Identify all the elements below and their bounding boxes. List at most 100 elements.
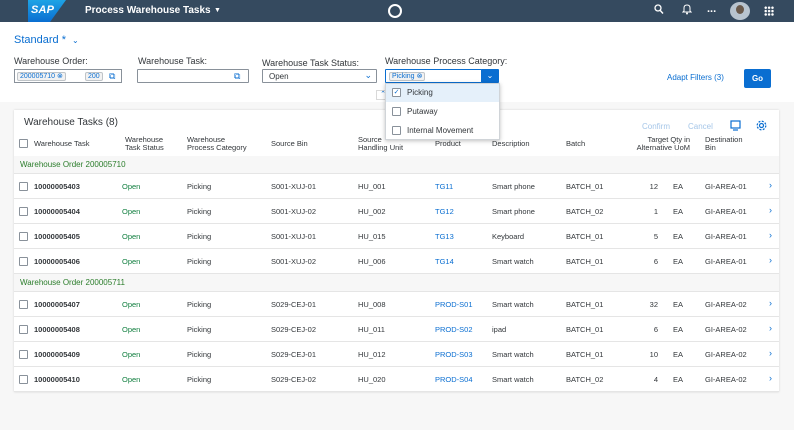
search-icon[interactable] — [654, 4, 664, 18]
cell-category: Picking — [187, 257, 212, 266]
group-label: Warehouse Order 200005710 — [20, 160, 126, 169]
category-multiselect[interactable]: Picking ⊗ — [385, 69, 482, 83]
col-header-description[interactable]: Description — [492, 140, 530, 148]
cell-task: 10000005403 — [34, 182, 80, 191]
col-header-batch[interactable]: Batch — [566, 140, 585, 148]
row-navigation-chevron-icon[interactable]: › — [769, 255, 772, 265]
variant-selector[interactable]: Standard * ⌄ — [14, 34, 79, 46]
warehouse-task-label: Warehouse Task: — [138, 56, 208, 66]
option-checkbox[interactable] — [392, 107, 401, 116]
col-header-product[interactable]: Product — [435, 140, 461, 148]
cell-destination-bin: GI-AREA-01 — [705, 232, 747, 241]
user-avatar[interactable] — [730, 2, 750, 20]
table-row[interactable]: 10000005403 Open Picking S001-XUJ-01 HU_… — [14, 174, 779, 199]
dropdown-option-picking[interactable]: ✓ Picking — [386, 84, 499, 102]
notification-bell-icon[interactable] — [681, 4, 693, 18]
row-checkbox[interactable] — [19, 325, 28, 334]
warehouse-order-token[interactable]: 200005710 ⊗ — [17, 72, 66, 81]
warehouse-tasks-table: Warehouse Tasks (8) Confirm Cancel Wareh… — [14, 110, 779, 392]
select-all-checkbox[interactable] — [19, 139, 28, 148]
group-header-row[interactable]: Warehouse Order 200005711 — [14, 274, 779, 292]
cell-category: Picking — [187, 300, 212, 309]
variant-label: Standard * — [14, 34, 66, 46]
col-header-destination-bin[interactable]: Destination Bin — [705, 136, 743, 152]
warehouse-task-input[interactable]: ⧉ — [137, 69, 249, 83]
table-row[interactable]: 10000005410 Open Picking S029-CEJ-02 HU_… — [14, 367, 779, 392]
table-row[interactable]: 10000005405 Open Picking S001-XUJ-01 HU_… — [14, 224, 779, 249]
group-header-row[interactable]: Warehouse Order 200005710 — [14, 156, 779, 174]
cell-product-link[interactable]: PROD-S01 — [435, 300, 473, 309]
row-navigation-chevron-icon[interactable]: › — [769, 298, 772, 308]
col-header-line: Task Status — [125, 143, 164, 152]
table-row[interactable]: 10000005407 Open Picking S029-CEJ-01 HU_… — [14, 292, 779, 317]
cell-hu: HU_020 — [358, 375, 386, 384]
product-switch-icon[interactable] — [764, 6, 774, 16]
row-navigation-chevron-icon[interactable]: › — [769, 348, 772, 358]
home-icon[interactable] — [388, 4, 402, 18]
cancel-button[interactable]: Cancel — [688, 122, 713, 131]
row-navigation-chevron-icon[interactable]: › — [769, 373, 772, 383]
row-checkbox[interactable] — [19, 207, 28, 216]
dropdown-option-internal-movement[interactable]: Internal Movement — [386, 122, 499, 140]
cell-product-link[interactable]: PROD-S04 — [435, 375, 473, 384]
row-checkbox[interactable] — [19, 232, 28, 241]
warehouse-order-token-2[interactable]: 200 — [85, 72, 103, 81]
app-menu-caret-icon[interactable]: ▼ — [214, 7, 221, 14]
row-checkbox[interactable] — [19, 182, 28, 191]
more-options-icon[interactable]: ... — [707, 3, 716, 15]
confirm-button[interactable]: Confirm — [642, 122, 670, 131]
cell-product-link[interactable]: TG11 — [435, 182, 453, 191]
go-button[interactable]: Go — [744, 69, 771, 88]
app-title[interactable]: Process Warehouse Tasks — [85, 5, 211, 16]
row-navigation-chevron-icon[interactable]: › — [769, 230, 772, 240]
row-navigation-chevron-icon[interactable]: › — [769, 205, 772, 215]
token-remove-icon[interactable]: ⊗ — [57, 73, 63, 80]
value-help-icon[interactable]: ⧉ — [234, 71, 240, 82]
table-row[interactable]: 10000005408 Open Picking S029-CEJ-02 HU_… — [14, 317, 779, 342]
row-navigation-chevron-icon[interactable]: › — [769, 180, 772, 190]
col-header-source-bin[interactable]: Source Bin — [271, 140, 308, 148]
cell-status: Open — [122, 350, 141, 359]
category-dropdown-button[interactable]: ⌄ — [481, 69, 499, 83]
col-header-task[interactable]: Warehouse Task — [34, 140, 89, 148]
col-header-status[interactable]: Warehouse Task Status — [125, 136, 164, 152]
col-header-line: Bin — [705, 143, 716, 152]
status-select[interactable]: Open ⌄ — [262, 69, 377, 83]
cell-product-link[interactable]: PROD-S03 — [435, 350, 473, 359]
col-header-category[interactable]: Warehouse Process Category — [187, 136, 247, 152]
cell-status: Open — [122, 207, 141, 216]
cell-source-bin: S001-XUJ-01 — [271, 232, 317, 241]
export-icon[interactable] — [730, 120, 741, 134]
row-checkbox[interactable] — [19, 257, 28, 266]
col-header-target-qty[interactable]: Target Qty in Alternative UoM — [625, 136, 690, 152]
table-row[interactable]: 10000005406 Open Picking S001-XUJ-02 HU_… — [14, 249, 779, 274]
status-value: Open — [269, 72, 289, 81]
row-navigation-chevron-icon[interactable]: › — [769, 323, 772, 333]
category-token[interactable]: Picking ⊗ — [389, 72, 426, 81]
cell-product-link[interactable]: TG12 — [435, 207, 454, 216]
option-checkbox-checked[interactable]: ✓ — [392, 88, 401, 97]
dropdown-option-putaway[interactable]: Putaway — [386, 103, 499, 121]
value-help-icon[interactable]: ⧉ — [109, 71, 115, 82]
option-checkbox[interactable] — [392, 126, 401, 135]
cell-product-link[interactable]: TG14 — [435, 257, 454, 266]
token-remove-icon[interactable]: ⊗ — [417, 73, 423, 80]
table-row[interactable]: 10000005404 Open Picking S001-XUJ-02 HU_… — [14, 199, 779, 224]
cell-task: 10000005404 — [34, 207, 80, 216]
row-checkbox[interactable] — [19, 375, 28, 384]
table-row[interactable]: 10000005409 Open Picking S029-CEJ-01 HU_… — [14, 342, 779, 367]
cell-product-link[interactable]: TG13 — [435, 232, 454, 241]
cell-category: Picking — [187, 207, 212, 216]
adapt-filters-button[interactable]: Adapt Filters (3) — [667, 73, 724, 82]
cell-source-bin: S029-CEJ-01 — [271, 350, 317, 359]
row-checkbox[interactable] — [19, 300, 28, 309]
settings-gear-icon[interactable] — [756, 120, 767, 134]
cell-task: 10000005407 — [34, 300, 80, 309]
row-checkbox[interactable] — [19, 350, 28, 359]
cell-product-link[interactable]: PROD-S02 — [435, 325, 473, 334]
sap-logo[interactable]: SAP — [0, 0, 66, 22]
warehouse-order-input[interactable]: 200005710 ⊗ 200 ⧉ — [14, 69, 122, 83]
warehouse-order-label: Warehouse Order: — [14, 56, 88, 66]
cell-hu: HU_001 — [358, 182, 386, 191]
cell-source-bin: S001-XUJ-01 — [271, 182, 317, 191]
